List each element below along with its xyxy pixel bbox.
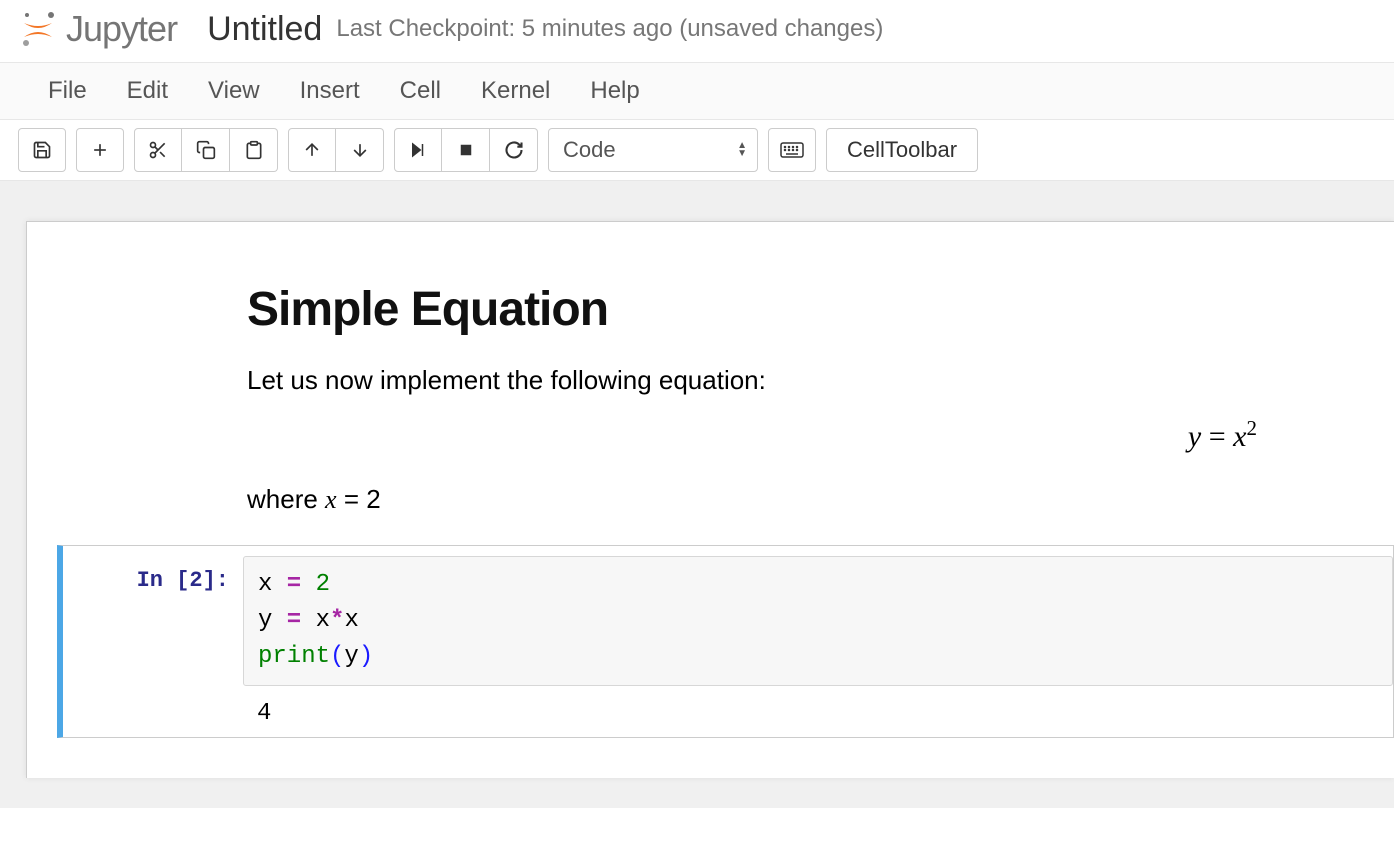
stop-icon: [457, 141, 475, 159]
code-output: 4: [243, 686, 1393, 727]
copy-button[interactable]: [182, 128, 230, 172]
page-background: Simple Equation Let us now implement the…: [0, 181, 1394, 808]
markdown-where: where x = 2: [247, 484, 1357, 515]
menu-insert[interactable]: Insert: [300, 77, 360, 105]
menu-kernel[interactable]: Kernel: [481, 77, 550, 105]
jupyter-icon: [18, 9, 58, 49]
save-button[interactable]: [18, 128, 66, 172]
restart-button[interactable]: [490, 128, 538, 172]
where-prefix: where: [247, 484, 325, 514]
code-input[interactable]: x = 2 y = x*x print(y): [243, 556, 1393, 686]
markdown-heading: Simple Equation: [247, 282, 1357, 337]
interrupt-button[interactable]: [442, 128, 490, 172]
jupyter-logo[interactable]: Jupyter: [18, 8, 177, 50]
restart-icon: [504, 140, 524, 160]
menu-help[interactable]: Help: [590, 77, 639, 105]
insert-cell-button[interactable]: [76, 128, 124, 172]
markdown-cell[interactable]: Simple Equation Let us now implement the…: [27, 282, 1387, 515]
input-prompt: In [2]:: [63, 556, 243, 593]
menubar: File Edit View Insert Cell Kernel Help: [0, 63, 1394, 120]
menu-cell[interactable]: Cell: [400, 77, 441, 105]
cell-type-value: Code: [563, 137, 616, 163]
markdown-equation: y = x2: [247, 416, 1357, 454]
notebook-header: Jupyter Untitled Last Checkpoint: 5 minu…: [0, 0, 1394, 63]
menu-edit[interactable]: Edit: [127, 77, 168, 105]
copy-icon: [196, 140, 216, 160]
menu-view[interactable]: View: [208, 77, 260, 105]
notebook-container: Simple Equation Let us now implement the…: [26, 221, 1394, 778]
celltoolbar-button[interactable]: CellToolbar: [826, 128, 978, 172]
celltoolbar-label: CellToolbar: [847, 137, 957, 163]
paste-icon: [244, 140, 264, 160]
plus-icon: [90, 140, 110, 160]
paste-button[interactable]: [230, 128, 278, 172]
code-cell[interactable]: In [2]: x = 2 y = x*x print(y) 4: [57, 545, 1394, 738]
checkpoint-status: Last Checkpoint: 5 minutes ago (unsaved …: [336, 15, 883, 43]
markdown-intro: Let us now implement the following equat…: [247, 365, 1357, 396]
output-prompt: [63, 686, 243, 698]
keyboard-icon: [780, 141, 804, 159]
cell-type-select[interactable]: Code ▲▼: [548, 128, 758, 172]
run-button[interactable]: [394, 128, 442, 172]
move-down-button[interactable]: [336, 128, 384, 172]
cut-icon: [148, 140, 168, 160]
toolbar: Code ▲▼ CellToolbar: [0, 120, 1394, 181]
cut-button[interactable]: [134, 128, 182, 172]
save-icon: [32, 140, 52, 160]
menu-file[interactable]: File: [48, 77, 87, 105]
run-icon: [409, 141, 427, 159]
notebook-title[interactable]: Untitled: [207, 10, 322, 49]
arrow-down-icon: [350, 140, 370, 160]
brand-text: Jupyter: [66, 8, 177, 50]
command-palette-button[interactable]: [768, 128, 816, 172]
move-up-button[interactable]: [288, 128, 336, 172]
select-arrows-icon: ▲▼: [737, 142, 747, 158]
arrow-up-icon: [302, 140, 322, 160]
